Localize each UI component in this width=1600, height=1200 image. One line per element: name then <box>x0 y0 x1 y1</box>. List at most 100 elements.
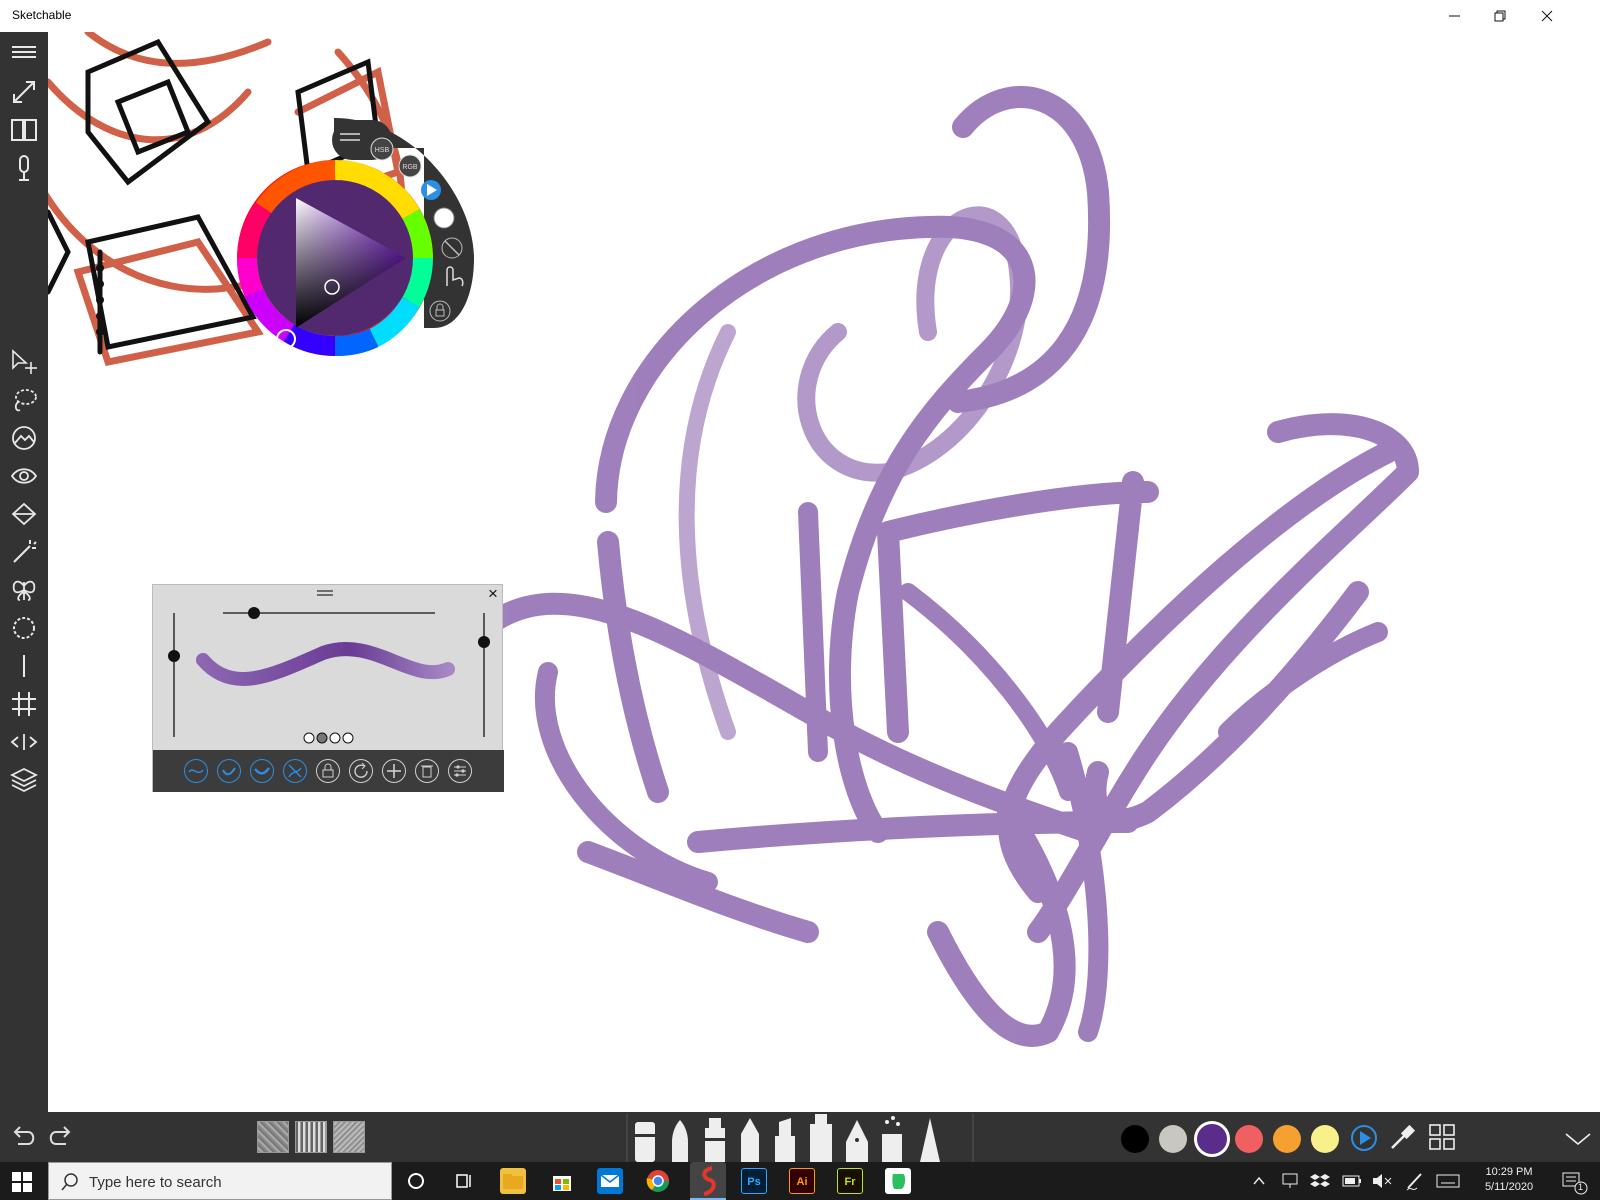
pressure-button[interactable] <box>217 759 241 783</box>
illustrator-button[interactable]: Ai <box>789 1168 815 1194</box>
keyboard-icon <box>1436 1174 1460 1188</box>
size-slider-thumb[interactable] <box>248 607 260 619</box>
delete-brush-button[interactable] <box>415 759 439 783</box>
select-move-button[interactable] <box>6 346 42 378</box>
file-explorer-button[interactable] <box>500 1168 526 1194</box>
journal-button[interactable] <box>6 114 42 146</box>
tray-overflow-button[interactable] <box>1248 1162 1270 1200</box>
menu-button[interactable] <box>6 38 42 70</box>
close-panel-button[interactable]: × <box>483 585 503 603</box>
touch-keyboard-button[interactable] <box>1434 1162 1464 1200</box>
visibility-button[interactable] <box>6 460 42 492</box>
network-button[interactable] <box>1278 1162 1302 1200</box>
opacity-button[interactable] <box>433 207 455 229</box>
play-button[interactable] <box>1350 1124 1378 1152</box>
volume-muted-icon <box>1373 1174 1392 1188</box>
texture-1[interactable] <box>257 1121 289 1153</box>
opacity-slider-thumb[interactable] <box>168 650 180 662</box>
pencil-tool[interactable] <box>741 1118 759 1162</box>
hsb-mode-button[interactable]: HSB <box>370 137 394 161</box>
highlighter-tool[interactable] <box>775 1118 795 1162</box>
microphone-button[interactable] <box>6 152 42 184</box>
reset-button[interactable] <box>349 759 373 783</box>
airbrush-tool[interactable] <box>882 1116 902 1162</box>
rgb-mode-button[interactable]: RGB <box>398 154 422 178</box>
cortana-button[interactable] <box>403 1168 429 1194</box>
flat-marker-tool[interactable] <box>810 1114 832 1162</box>
redo-button[interactable] <box>46 1122 76 1152</box>
play-button[interactable] <box>421 180 441 200</box>
pen-button[interactable] <box>1403 1162 1427 1200</box>
taskbar-search[interactable]: Type here to search <box>48 1162 392 1200</box>
swatch-black[interactable] <box>1121 1125 1149 1153</box>
swatch-gray[interactable] <box>1159 1125 1187 1153</box>
action-center-button[interactable]: 1 <box>1558 1162 1592 1200</box>
evernote-button[interactable] <box>885 1168 911 1194</box>
evernote-icon <box>892 1174 906 1189</box>
battery-button[interactable] <box>1340 1162 1364 1200</box>
add-brush-button[interactable] <box>382 759 406 783</box>
taper-button[interactable] <box>250 759 274 783</box>
collapse-button[interactable] <box>1563 1126 1593 1150</box>
mail-button[interactable] <box>597 1168 623 1194</box>
undo-button[interactable] <box>8 1122 38 1152</box>
swatch-purple-selected[interactable] <box>1194 1121 1230 1157</box>
pen-icon <box>1406 1173 1422 1191</box>
close-icon <box>1541 10 1553 22</box>
smooth-stroke-button[interactable] <box>184 759 208 783</box>
magic-wand-icon <box>13 540 37 563</box>
eyedropper-button[interactable] <box>1387 1122 1417 1152</box>
lock-button[interactable] <box>316 759 340 783</box>
color-picker[interactable]: HSB RGB <box>234 118 484 368</box>
close-button[interactable] <box>1524 0 1570 32</box>
smudge-tool[interactable] <box>920 1118 940 1162</box>
preset-dots[interactable] <box>303 732 354 744</box>
eraser-tool[interactable] <box>635 1122 655 1162</box>
swatch-yellow[interactable] <box>1311 1125 1339 1153</box>
texture-2[interactable] <box>295 1121 327 1153</box>
start-button[interactable] <box>12 1172 32 1192</box>
palette-grid-button[interactable] <box>1427 1122 1457 1152</box>
texture-3[interactable] <box>333 1121 365 1153</box>
image-icon <box>12 426 36 450</box>
notification-count: 1 <box>1578 1182 1584 1192</box>
clock[interactable]: 10:29 PM 5/11/2020 <box>1474 1162 1544 1200</box>
round-brush-tool[interactable] <box>672 1120 688 1162</box>
minimize-button[interactable] <box>1432 0 1478 32</box>
sketchable-taskbar-button[interactable] <box>690 1162 726 1200</box>
swatch-orange[interactable] <box>1273 1125 1301 1153</box>
fullscreen-button[interactable] <box>6 76 42 108</box>
perspective-button[interactable] <box>6 726 42 758</box>
task-view-button[interactable] <box>451 1168 477 1194</box>
windows-taskbar: Type here to search Ps Ai Fr 10:29 PM 5/… <box>0 1162 1600 1200</box>
lasso-button[interactable] <box>6 384 42 416</box>
task-view-icon <box>456 1174 471 1188</box>
symmetry-button[interactable] <box>6 574 42 606</box>
photoshop-button[interactable]: Ps <box>741 1168 767 1194</box>
fresco-button[interactable]: Fr <box>837 1168 863 1194</box>
smooth-stroke-icon <box>188 769 204 774</box>
fountain-pen-tool[interactable] <box>846 1120 868 1162</box>
flow-slider-thumb[interactable] <box>478 636 490 648</box>
circle-guide-button[interactable] <box>6 612 42 644</box>
swatch-red[interactable] <box>1235 1125 1263 1153</box>
add-icon <box>387 764 401 778</box>
settings-icon <box>454 765 466 777</box>
layers-button[interactable] <box>6 764 42 796</box>
restore-button[interactable] <box>1478 0 1524 32</box>
bottom-toolbar <box>0 1112 1600 1162</box>
panel-drag-handle[interactable] <box>317 590 333 596</box>
marker-tool[interactable] <box>705 1118 725 1162</box>
magic-wand-button[interactable] <box>6 536 42 568</box>
dropbox-button[interactable] <box>1308 1162 1332 1200</box>
line-guide-button[interactable] <box>6 650 42 682</box>
store-button[interactable] <box>549 1168 575 1194</box>
jitter-button[interactable] <box>283 759 307 783</box>
grid-button[interactable] <box>6 688 42 720</box>
volume-button[interactable] <box>1370 1162 1394 1200</box>
chrome-button[interactable] <box>645 1168 671 1194</box>
image-button[interactable] <box>6 422 42 454</box>
eyedropper-icon <box>1391 1124 1416 1149</box>
fill-bucket-button[interactable] <box>6 498 42 530</box>
brush-settings-button[interactable] <box>448 759 472 783</box>
